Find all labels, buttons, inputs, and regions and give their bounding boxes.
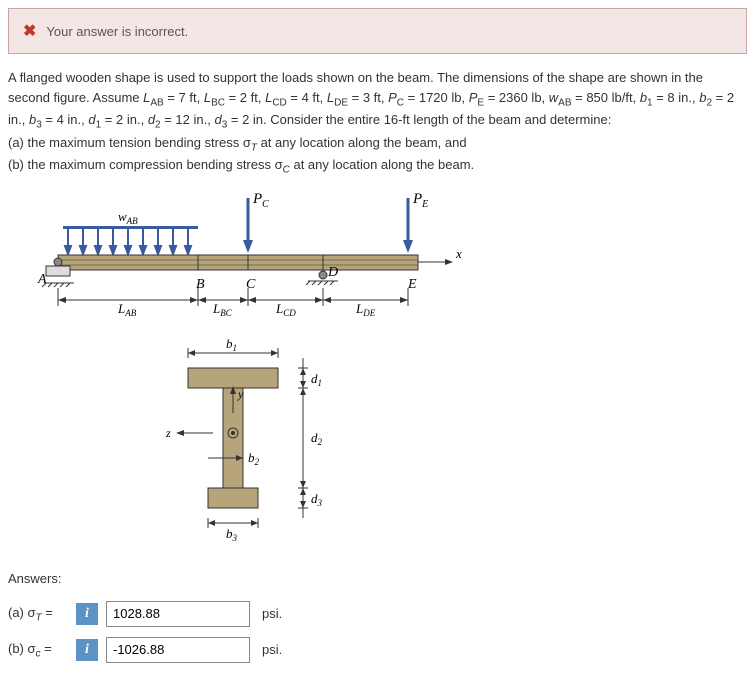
answer-a-unit: psi. [262, 606, 282, 621]
info-icon[interactable]: i [76, 603, 98, 625]
answer-b-input[interactable] [106, 637, 250, 663]
svg-text:z: z [165, 426, 171, 440]
info-icon[interactable]: i [76, 639, 98, 661]
answer-a-label: (a) σT = [8, 605, 68, 624]
svg-text:b1: b1 [226, 338, 237, 353]
svg-text:d2: d2 [311, 430, 323, 447]
beam-diagram: PC PE wAB x A B C D E [18, 188, 747, 328]
svg-text:LBC: LBC [212, 301, 233, 318]
svg-text:b3: b3 [226, 526, 238, 543]
problem-statement: A flanged wooden shape is used to suppor… [8, 68, 747, 178]
svg-text:B: B [196, 277, 205, 292]
svg-text:x: x [455, 246, 462, 261]
svg-text:b2: b2 [248, 450, 260, 467]
svg-text:LDE: LDE [355, 301, 376, 318]
svg-text:A: A [37, 272, 47, 287]
alert-incorrect: ✖ Your answer is incorrect. [8, 8, 747, 54]
svg-text:D: D [327, 265, 338, 280]
svg-text:d3: d3 [311, 491, 323, 508]
svg-text:PC: PC [252, 191, 269, 210]
answer-row-b: (b) σc = i psi. [8, 637, 747, 663]
svg-text:PE: PE [412, 191, 428, 210]
answer-b-unit: psi. [262, 642, 282, 657]
close-icon: ✖ [23, 21, 36, 41]
svg-text:wAB: wAB [118, 209, 138, 226]
cross-section-diagram: y z b1 b2 b3 d1 d2 d3 [158, 338, 747, 551]
answers-heading: Answers: [8, 571, 747, 586]
answer-row-a: (a) σT = i psi. [8, 601, 747, 627]
svg-text:LAB: LAB [117, 301, 137, 318]
svg-text:d1: d1 [311, 371, 322, 388]
answer-b-label: (b) σc = [8, 641, 68, 660]
alert-text: Your answer is incorrect. [46, 24, 188, 39]
svg-text:y: y [237, 387, 244, 401]
answer-a-input[interactable] [106, 601, 250, 627]
svg-text:LCD: LCD [275, 301, 296, 318]
